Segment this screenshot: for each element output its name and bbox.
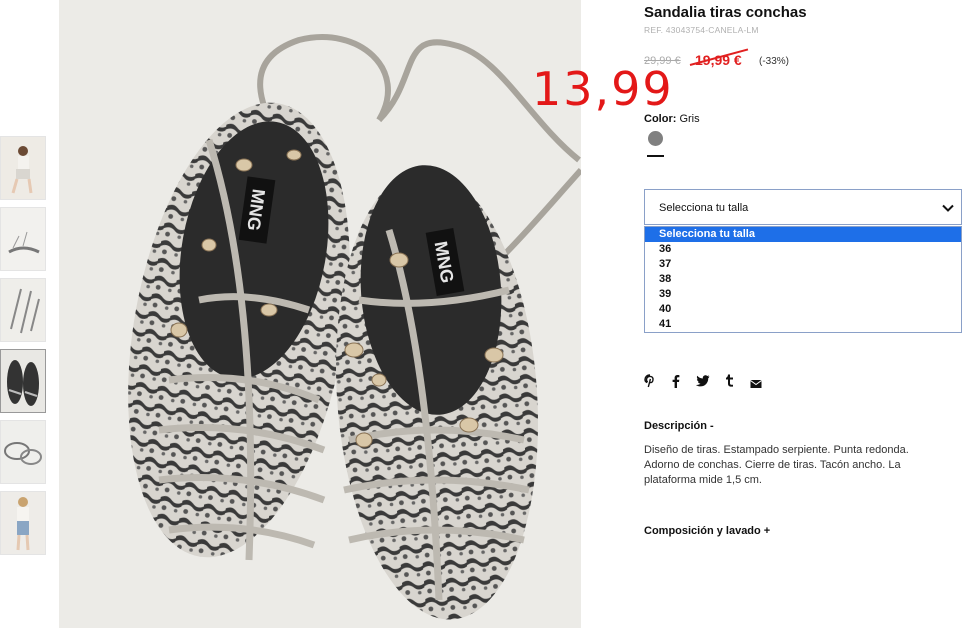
pinterest-icon[interactable] (644, 374, 656, 393)
thumbnail-4[interactable] (0, 349, 46, 413)
discount-badge: (-33%) (759, 56, 790, 67)
swatch-selected-indicator (647, 155, 664, 157)
description-text: Diseño de tiras. Estampado serpiente. Pu… (644, 444, 909, 486)
composition-toggle[interactable]: Composición y lavado + (644, 525, 770, 537)
color-label: Color: Gris (644, 113, 700, 125)
size-select[interactable]: Selecciona tu talla (644, 189, 962, 225)
tumblr-icon[interactable] (725, 374, 734, 392)
color-swatch-gris[interactable] (648, 131, 663, 146)
chevron-down-icon (941, 201, 955, 220)
size-dropdown-list: Selecciona tu talla 36 37 38 39 40 41 (644, 226, 962, 333)
size-option-38[interactable]: 38 (645, 272, 961, 287)
thumbnail-1[interactable] (0, 136, 46, 200)
product-main-image[interactable]: MNG MNG (59, 0, 581, 628)
product-ref: REF. 43043754-CANELA-LM (644, 25, 759, 35)
thumbnail-2[interactable] (0, 207, 46, 271)
thumbnail-5[interactable] (0, 420, 46, 484)
size-option-placeholder[interactable]: Selecciona tu talla (645, 227, 961, 242)
color-label-title: Color: (644, 113, 677, 125)
description-toggle[interactable]: Descripción - (644, 420, 714, 432)
email-icon[interactable] (750, 376, 762, 394)
size-option-41[interactable]: 41 (645, 317, 961, 332)
thumbnail-3[interactable] (0, 278, 46, 342)
twitter-icon[interactable] (695, 374, 710, 392)
thumbnail-6[interactable] (0, 491, 46, 555)
size-option-40[interactable]: 40 (645, 302, 961, 317)
size-option-37[interactable]: 37 (645, 257, 961, 272)
facebook-icon[interactable] (672, 374, 680, 393)
size-option-36[interactable]: 36 (645, 242, 961, 257)
old-price: 29,99 € (644, 55, 681, 67)
size-select-value: Selecciona tu talla (659, 202, 749, 214)
color-value: Gris (679, 113, 700, 125)
product-title: Sandalia tiras conchas (644, 4, 807, 21)
thumbnail-list (0, 136, 46, 562)
handwritten-price: 13,99 (532, 62, 674, 116)
size-option-39[interactable]: 39 (645, 287, 961, 302)
